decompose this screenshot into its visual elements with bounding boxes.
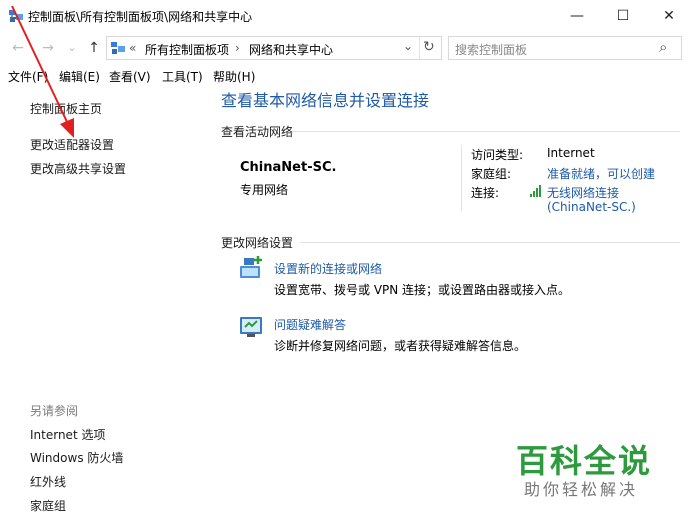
- minimize-button[interactable]: —: [554, 0, 600, 32]
- search-input[interactable]: 搜索控制面板: [455, 41, 527, 58]
- vertical-divider: [461, 145, 462, 211]
- access-type-label: 访问类型:: [471, 148, 524, 162]
- see-also-internet-options[interactable]: Internet 选项: [30, 426, 105, 443]
- close-button[interactable]: ✕: [646, 0, 692, 32]
- see-also-heading: 另请参阅: [30, 404, 79, 418]
- troubleshoot-problems-description: 诊断并修复网络问题，或者获得疑难解答信息。: [274, 339, 527, 353]
- troubleshoot-icon: [240, 317, 262, 337]
- menu-tools[interactable]: 工具(T): [162, 68, 203, 85]
- watermark-slogan: 助你轻松解决: [524, 480, 639, 499]
- setup-new-connection-link[interactable]: 设置新的连接或网络: [274, 260, 382, 277]
- breadcrumb-overflow-chevrons[interactable]: «: [129, 41, 136, 55]
- section-divider: [292, 131, 680, 132]
- network-category[interactable]: 专用网络: [240, 181, 288, 198]
- search-box[interactable]: 搜索控制面板 ⌕: [448, 36, 682, 60]
- active-networks-heading: 查看活动网络: [221, 125, 294, 139]
- breadcrumb-network-sharing-center[interactable]: 网络和共享中心: [249, 41, 333, 58]
- see-also-infrared[interactable]: 红外线: [30, 473, 66, 490]
- homegroup-link[interactable]: 准备就绪，可以创建: [547, 165, 655, 182]
- wireless-connection-ssid[interactable]: (ChinaNet-SC.): [547, 200, 636, 214]
- sidebar-link-change-advanced-sharing[interactable]: 更改高级共享设置: [30, 160, 126, 177]
- connection-label: 连接:: [471, 186, 500, 200]
- menu-help[interactable]: 帮助(H): [213, 68, 255, 85]
- address-dropdown-icon[interactable]: ⌄: [403, 39, 413, 53]
- annotation-arrow: [11, 5, 74, 138]
- see-also-windows-firewall[interactable]: Windows 防火墙: [30, 449, 123, 466]
- new-connection-icon: [240, 256, 262, 278]
- maximize-button[interactable]: ☐: [600, 0, 646, 32]
- address-bar[interactable]: « 所有控制面板项 › 网络和共享中心 ⌄ ↻: [106, 36, 442, 60]
- homegroup-label: 家庭组:: [471, 167, 512, 181]
- refresh-icon[interactable]: ↻: [423, 39, 435, 55]
- network-name: ChinaNet-SC.: [240, 160, 337, 175]
- wireless-connection-link[interactable]: 无线网络连接: [547, 184, 619, 201]
- section-divider: [300, 242, 680, 243]
- search-icon[interactable]: ⌕: [659, 38, 667, 56]
- breadcrumb-separator[interactable]: ›: [235, 41, 240, 55]
- troubleshoot-problems-link[interactable]: 问题疑难解答: [274, 316, 346, 333]
- access-type-value: Internet: [547, 146, 595, 160]
- setup-new-connection-description: 设置宽带、拨号或 VPN 连接；或设置路由器或接入点。: [274, 283, 571, 297]
- wifi-signal-icon: [530, 185, 541, 197]
- breadcrumb-all-control-panel-items[interactable]: 所有控制面板项: [145, 41, 229, 58]
- see-also-homegroup[interactable]: 家庭组: [30, 497, 66, 514]
- page-title: 查看基本网络信息并设置连接: [221, 91, 430, 110]
- address-divider: [419, 37, 420, 59]
- change-network-settings-heading: 更改网络设置: [221, 236, 294, 250]
